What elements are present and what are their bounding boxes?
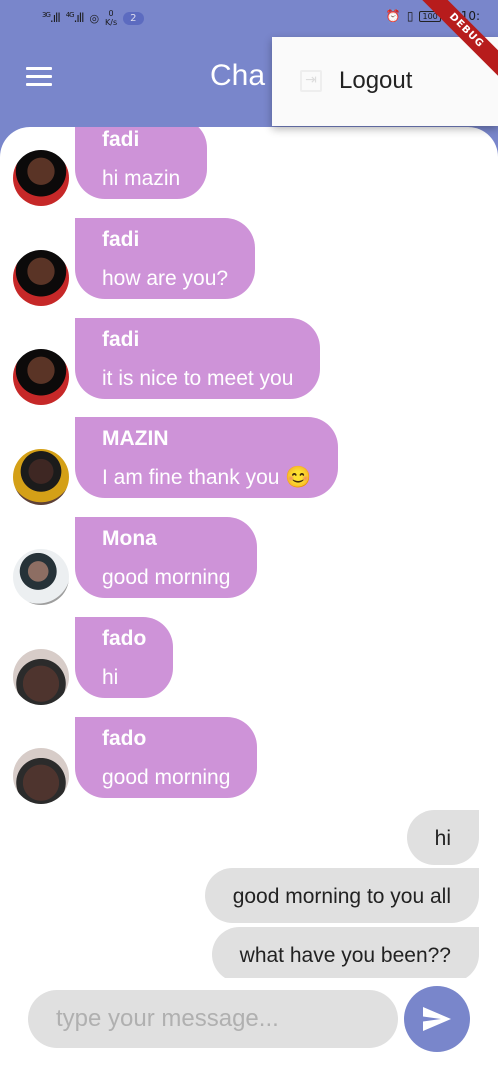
received-message-bubble: fado good morning <box>75 717 258 798</box>
message-text: hi <box>102 666 119 689</box>
received-message-bubble: fadi hi mazin <box>75 127 208 199</box>
message-sender: fado <box>102 627 147 650</box>
received-message-bubble: Mona good morning <box>75 517 258 598</box>
message-text: hi mazin <box>102 167 181 190</box>
sent-message-bubble: what have you been?? <box>211 927 479 982</box>
logout-label: Logout <box>339 67 413 94</box>
user-avatar <box>13 349 69 405</box>
signal-icon-2: 4G.ıll <box>65 11 85 25</box>
alarm-icon: ⏰ <box>385 9 401 23</box>
message-sender: fadi <box>102 128 140 151</box>
message-sender: fadi <box>102 328 140 351</box>
chat-list[interactable]: fadi hi mazin fadi how are you? fadi it … <box>0 127 498 1080</box>
user-avatar <box>13 649 69 705</box>
user-avatar <box>13 748 69 804</box>
message-sender: fado <box>102 727 147 750</box>
signal-icon-1: 3G.ıll <box>42 11 61 25</box>
send-button[interactable] <box>404 986 470 1052</box>
hotspot-icon: ◎ <box>89 11 100 25</box>
user-avatar <box>13 150 69 206</box>
received-message-bubble: fadi it is nice to meet you <box>75 318 321 399</box>
message-text: it is nice to meet you <box>102 367 294 390</box>
status-bar: 3G.ıll 4G.ıll ◎ 0 K/s 2 ⏰ ▯ 100 ϟ 10: <box>0 0 498 37</box>
message-text: good morning <box>102 566 231 589</box>
received-message-bubble: fado hi <box>75 617 174 698</box>
logout-icon: ⇥ <box>300 70 322 92</box>
message-text: how are you? <box>102 267 229 290</box>
received-message-bubble: fadi how are you? <box>75 218 256 299</box>
message-composer <box>0 978 498 1080</box>
message-text: good morning <box>102 766 231 789</box>
message-input[interactable] <box>28 990 398 1048</box>
message-text: I am fine thank you 😊 <box>102 466 312 489</box>
network-speed: 0 K/s <box>105 9 118 27</box>
message-sender: fadi <box>102 228 140 251</box>
send-icon <box>423 1007 451 1031</box>
message-sender: MAZIN <box>102 427 169 450</box>
user-avatar <box>13 250 69 306</box>
page-title: Cha <box>210 59 266 92</box>
logout-menu-item[interactable]: ⇥ Logout <box>272 37 498 126</box>
user-avatar <box>13 449 69 505</box>
sent-message-bubble: hi <box>406 810 479 865</box>
received-message-bubble: MAZIN I am fine thank you 😊 <box>75 417 339 498</box>
user-avatar <box>13 549 69 605</box>
hamburger-menu-icon[interactable] <box>26 67 52 87</box>
vibrate-icon: ▯ <box>406 9 414 23</box>
notification-badge: 2 <box>123 11 144 25</box>
status-left: 3G.ıll 4G.ıll ◎ 0 K/s 2 <box>42 9 144 27</box>
message-sender: Mona <box>102 527 157 550</box>
sent-message-bubble: good morning to you all <box>204 868 479 923</box>
